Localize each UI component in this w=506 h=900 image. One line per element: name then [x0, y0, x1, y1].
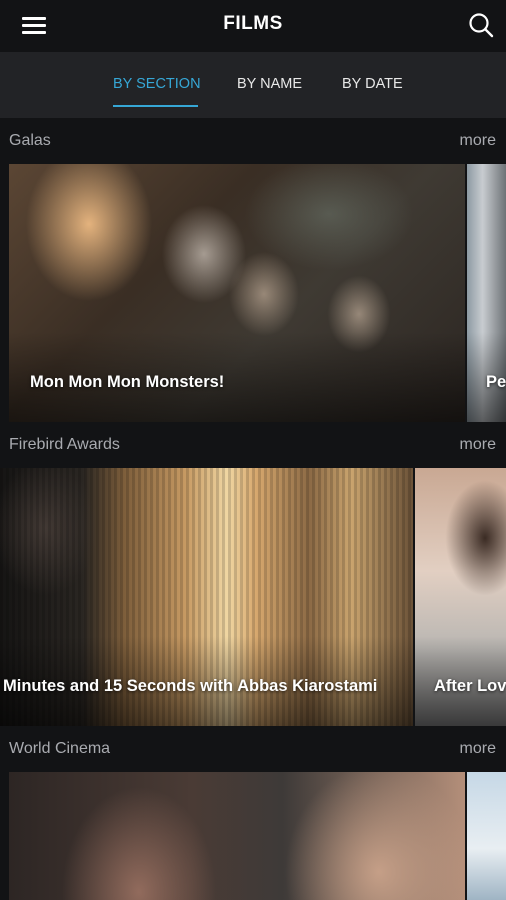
section-title: Firebird Awards — [9, 436, 120, 453]
active-tab-indicator — [113, 105, 198, 107]
section-header-world-cinema: World Cinema more — [0, 726, 506, 772]
film-title: After Lov — [434, 677, 506, 695]
film-card[interactable]: Pe — [467, 164, 506, 422]
film-card[interactable] — [467, 772, 506, 900]
tab-by-section[interactable]: BY SECTION — [113, 76, 201, 92]
search-icon[interactable] — [466, 10, 496, 40]
section-header-firebird-awards: Firebird Awards more — [0, 422, 506, 468]
page-title: FILMS — [223, 13, 283, 34]
tab-by-name[interactable]: BY NAME — [237, 76, 302, 92]
film-card[interactable]: Minutes and 15 Seconds with Abbas Kiaros… — [0, 468, 413, 726]
film-title: Pe — [486, 373, 506, 391]
more-link[interactable]: more — [460, 436, 496, 454]
tab-by-date[interactable]: BY DATE — [342, 76, 403, 92]
more-link[interactable]: more — [460, 740, 496, 758]
app-bar: FILMS — [0, 0, 506, 52]
film-card[interactable]: Mon Mon Mon Monsters! — [9, 164, 465, 422]
film-title: Minutes and 15 Seconds with Abbas Kiaros… — [3, 677, 378, 695]
section-title: Galas — [9, 132, 51, 149]
film-title: Mon Mon Mon Monsters! — [30, 373, 225, 391]
film-card[interactable] — [9, 772, 465, 900]
more-link[interactable]: more — [460, 132, 496, 150]
tab-bar: BY SECTION BY NAME BY DATE — [0, 52, 506, 118]
film-card[interactable]: After Lov — [415, 468, 506, 726]
section-header-galas: Galas more — [0, 118, 506, 164]
section-title: World Cinema — [9, 740, 111, 757]
search-glyph — [469, 13, 494, 38]
